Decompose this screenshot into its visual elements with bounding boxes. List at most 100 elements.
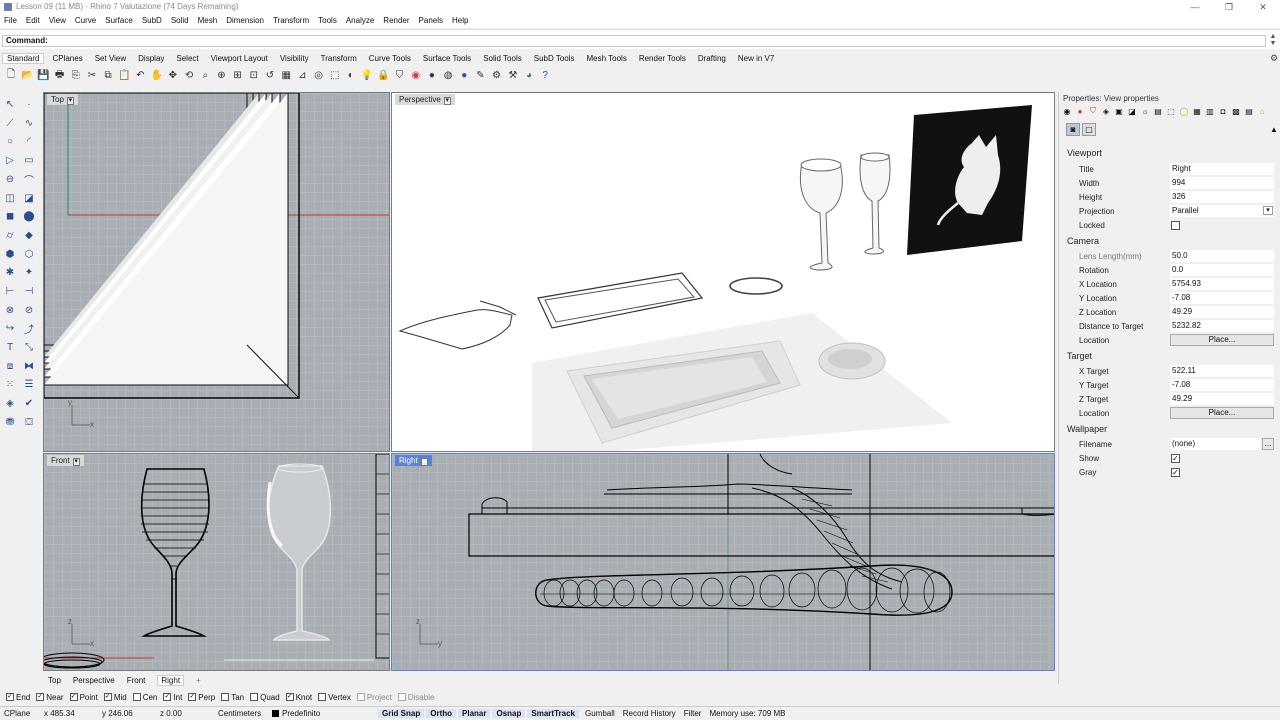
undo-view-icon[interactable]: ↺ (263, 68, 277, 82)
menu-file[interactable]: File (4, 14, 17, 28)
lock-icon[interactable]: 🔒 (376, 68, 390, 82)
group-icon[interactable]: ⛃ (2, 414, 18, 430)
y-location-field[interactable]: -7.08 (1170, 292, 1274, 304)
help-panel-icon[interactable]: ⌂ (1257, 106, 1267, 116)
ellipse-icon[interactable]: ⊖ (2, 171, 18, 187)
layout-icon[interactable]: ▤ (1244, 106, 1254, 116)
osnap-quad[interactable]: Quad (250, 693, 280, 702)
paint-icon[interactable]: ⛋ (21, 414, 37, 430)
gear-icon[interactable]: ⚙ (1270, 53, 1278, 64)
restore-button[interactable]: ❐ (1212, 0, 1246, 14)
hide-icon[interactable]: ◐ (344, 68, 358, 82)
gumball-toggle[interactable]: Gumball (581, 709, 619, 718)
tab-mesh-tools[interactable]: Mesh Tools (587, 54, 627, 63)
tab-viewport-layout[interactable]: Viewport Layout (211, 54, 268, 63)
lens-length-field[interactable]: 50.0 (1170, 250, 1274, 262)
tab-transform[interactable]: Transform (321, 54, 357, 63)
height-field[interactable]: 326 (1170, 191, 1274, 203)
title-field[interactable]: Right (1170, 163, 1274, 175)
box-icon[interactable]: ◼ (2, 208, 18, 224)
osnap-int-checkbox[interactable]: ✓ (163, 693, 172, 701)
osnap-point[interactable]: ✓ Point (69, 693, 98, 702)
settings-cog-icon[interactable]: ⚙ (490, 68, 504, 82)
chevron-down-icon[interactable]: ▾ (420, 458, 428, 466)
layer-props-icon[interactable]: ⛉ (1088, 106, 1098, 116)
cplane-indicator[interactable]: CPlane (0, 709, 40, 718)
menu-panels[interactable]: Panels (419, 14, 443, 28)
light-icon[interactable]: 💡 (360, 68, 374, 82)
panel-scroll-up-icon[interactable]: ▲ (1268, 125, 1280, 139)
import-icon[interactable]: ⎘ (69, 68, 83, 82)
tab-solid-tools[interactable]: Solid Tools (483, 54, 522, 63)
tab-standard[interactable]: Standard (2, 52, 45, 64)
command-input[interactable]: Command: (2, 35, 1266, 47)
rendered-icon[interactable]: ◍ (441, 68, 455, 82)
tab-curve-tools[interactable]: Curve Tools (369, 54, 411, 63)
osnap-project-checkbox[interactable] (356, 693, 365, 701)
osnap-point-checkbox[interactable]: ✓ (69, 693, 78, 701)
sphere-icon[interactable]: ⬤ (21, 208, 37, 224)
viewport-label-front[interactable]: Front ▾ (47, 455, 84, 466)
viewport-tab-icon[interactable]: ▢ (1082, 123, 1096, 136)
chevron-down-icon[interactable]: ▾ (72, 458, 80, 466)
menu-analyze[interactable]: Analyze (346, 14, 374, 28)
menu-curve[interactable]: Curve (75, 14, 96, 28)
tools-icon[interactable]: ⚒ (506, 68, 520, 82)
print-icon[interactable]: 🖶 (53, 68, 67, 82)
tab-new-in-v7[interactable]: New in V7 (738, 54, 774, 63)
split-icon[interactable]: ⤴ (21, 320, 37, 336)
move-icon[interactable]: ✥ (166, 68, 180, 82)
color-wheel-icon[interactable]: ◉ (409, 68, 423, 82)
smarttrack-toggle[interactable]: SmartTrack (527, 709, 579, 718)
render-settings-icon[interactable]: ▩ (1231, 106, 1241, 116)
tab-surface-tools[interactable]: Surface Tools (423, 54, 471, 63)
fillet-curve-icon[interactable]: ⌒ (21, 171, 37, 187)
bool-union-icon[interactable]: ⊗ (2, 302, 18, 318)
paste-icon[interactable]: 📋 (117, 68, 131, 82)
zoom-extents-icon[interactable]: ⊞ (231, 68, 245, 82)
close-button[interactable]: ✕ (1246, 0, 1280, 14)
osnap-toggle[interactable]: Osnap (492, 709, 526, 718)
osnap-project[interactable]: Project (356, 693, 392, 702)
environment-icon[interactable]: ▣ (1114, 106, 1124, 116)
grid-snap-toggle[interactable]: Grid Snap (378, 709, 425, 718)
osnap-knot-checkbox[interactable]: ✓ (285, 693, 294, 701)
menu-help[interactable]: Help (452, 14, 468, 28)
osnap-int[interactable]: ✓ Int (163, 693, 182, 702)
minimize-button[interactable]: — (1178, 0, 1212, 14)
viewport-right[interactable]: y z Right ▾ (391, 453, 1055, 671)
osnap-disable[interactable]: Disable (397, 693, 434, 702)
osnap-vertex-checkbox[interactable] (318, 693, 327, 701)
menu-view[interactable]: View (49, 14, 66, 28)
surface-icon[interactable]: ◫ (2, 190, 18, 206)
locked-checkbox[interactable] (1171, 221, 1180, 230)
target-place-button[interactable]: Place... (1170, 407, 1274, 419)
menu-dimension[interactable]: Dimension (226, 14, 264, 28)
x-location-field[interactable]: 5754.93 (1170, 278, 1274, 290)
width-field[interactable]: 994 (1170, 177, 1274, 189)
osnap-mid[interactable]: ✓ Mid (103, 693, 127, 702)
viewport-front[interactable]: x z Front ▾ (43, 453, 390, 671)
osnap-end[interactable]: ✓ End (6, 693, 30, 702)
rotation-field[interactable]: 0.0 (1170, 264, 1274, 276)
viewport-tab-perspective[interactable]: Perspective (73, 676, 115, 685)
distance-to-target-field[interactable]: 5232.82 (1170, 320, 1274, 332)
circle-target-icon[interactable]: ◎ (312, 68, 326, 82)
point-icon[interactable]: · (21, 96, 37, 112)
planar-toggle[interactable]: Planar (458, 709, 491, 718)
menu-surface[interactable]: Surface (105, 14, 133, 28)
record-history-toggle[interactable]: Record History (619, 709, 680, 718)
menu-tools[interactable]: Tools (318, 14, 337, 28)
layer-icon[interactable]: ⛉ (393, 68, 407, 82)
menu-mesh[interactable]: Mesh (198, 14, 218, 28)
filter-toggle[interactable]: Filter (680, 709, 706, 718)
cplane-icon[interactable]: ⊿ (295, 68, 309, 82)
dimension-icon[interactable]: ⊢ (2, 283, 18, 299)
save-icon[interactable]: 💾 (36, 68, 50, 82)
viewport-top[interactable]: x y Top ▾ (43, 92, 390, 452)
text-icon[interactable]: T (2, 339, 18, 355)
viewport-tab-top[interactable]: Top (48, 676, 61, 685)
chevron-down-icon[interactable]: ▾ (66, 97, 74, 105)
tab-set-view[interactable]: Set View (95, 54, 126, 63)
command-scroll-icon[interactable]: ▲ ▼ (1268, 33, 1278, 47)
